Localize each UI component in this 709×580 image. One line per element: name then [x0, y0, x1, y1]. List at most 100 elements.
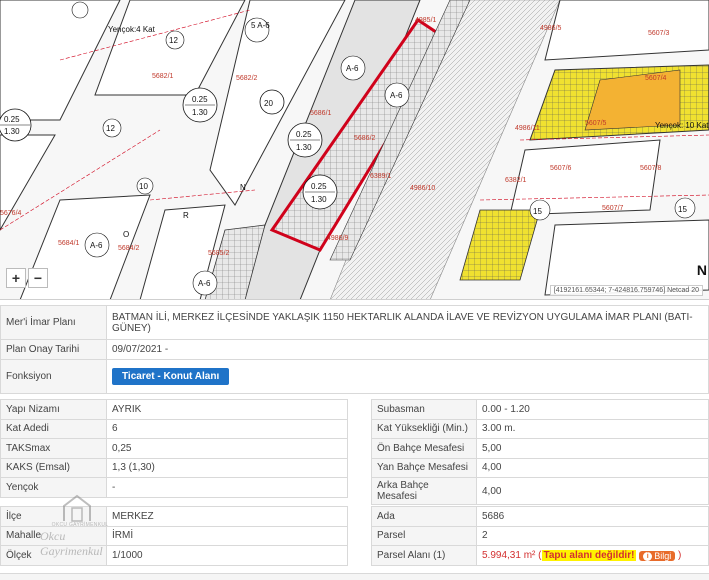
rear-setback-value: 4,00: [476, 477, 709, 505]
table-row: TAKSmax 0,25: [0, 438, 348, 459]
svg-text:4986/11: 4986/11: [515, 125, 540, 132]
svg-text:A-6: A-6: [390, 91, 403, 100]
plan-name-value: BATMAN İLİ, MERKEZ İLÇESİNDE YAKLAŞIK 11…: [106, 305, 709, 340]
function-cell: Ticaret - Konut Alanı: [106, 358, 709, 394]
table-row: Ada 5686: [371, 506, 709, 527]
coordinate-readout: [4192161.65344; 7-424816.759746] Netcad …: [549, 285, 703, 296]
table-row: Subasman 0.00 - 1.20: [371, 399, 709, 420]
parcel-value: 2: [476, 525, 709, 546]
basement-label: Subasman: [371, 399, 477, 420]
table-row: Mer'i İmar Planı BATMAN İLİ, MERKEZ İLÇE…: [0, 305, 709, 340]
svg-text:6382/1: 6382/1: [505, 177, 527, 184]
floor-count-value: 6: [106, 418, 348, 439]
table-row: KAKS (Emsal) 1,3 (1,30): [0, 457, 348, 478]
scale-value: 1/1000: [106, 545, 348, 566]
neighborhood-value: İRMİ: [106, 525, 348, 546]
svg-text:5685/2: 5685/2: [208, 250, 230, 257]
svg-text:5686/2: 5686/2: [354, 135, 376, 142]
svg-text:15: 15: [533, 207, 542, 216]
zone-label: 0.25: [192, 95, 208, 104]
svg-text:1.30: 1.30: [4, 127, 20, 136]
svg-text:4986/9: 4986/9: [327, 235, 349, 242]
table-row: Kat Adedi 6: [0, 418, 348, 439]
taks-value: 0,25: [106, 438, 348, 459]
svg-text:4986/10: 4986/10: [410, 185, 435, 192]
parcel-label: Parsel: [371, 525, 477, 546]
svg-text:5684/1: 5684/1: [58, 240, 80, 247]
table-row: Fonksiyon Ticaret - Konut Alanı: [0, 358, 709, 394]
parcel-area-label: Parsel Alanı (1): [371, 545, 477, 566]
setback-table: Subasman 0.00 - 1.20 Kat Yüksekliği (Min.…: [371, 399, 709, 505]
svg-text:5 A-6: 5 A-6: [251, 21, 270, 30]
table-row: Ölçek 1/1000: [0, 545, 348, 566]
svg-text:A-6: A-6: [90, 241, 103, 250]
map-canvas[interactable]: 0.25 1.30 0.25 1.30 0.25 1.30 0.25 1.30 …: [0, 0, 709, 300]
plan-name-label: Mer'i İmar Planı: [0, 305, 107, 340]
svg-text:5607/3: 5607/3: [648, 30, 670, 37]
building-order-value: AYRIK: [106, 399, 348, 420]
zoom-out-button[interactable]: −: [28, 268, 48, 288]
svg-text:5607/5: 5607/5: [585, 120, 607, 127]
svg-text:0.25: 0.25: [4, 115, 20, 124]
svg-text:A-6: A-6: [198, 279, 211, 288]
zoning-map[interactable]: 0.25 1.30 0.25 1.30 0.25 1.30 0.25 1.30 …: [0, 0, 709, 300]
block-value: 5686: [476, 506, 709, 527]
rear-setback-label: Arka Bahçe Mesafesi: [371, 477, 477, 505]
svg-text:0.25: 0.25: [296, 130, 312, 139]
front-setback-value: 5,00: [476, 438, 709, 459]
front-setback-label: Ön Bahçe Mesafesi: [371, 438, 477, 459]
svg-text:1.30: 1.30: [311, 195, 327, 204]
svg-text:12: 12: [169, 36, 178, 45]
table-row: Parsel 2: [371, 525, 709, 546]
parcel-area-cell: 5.994,31 m² (Tapu alanı değildir! i Bilgi…: [476, 545, 709, 566]
table-row: Yan Bahçe Mesafesi 4,00: [371, 457, 709, 478]
zoom-controls: + −: [6, 268, 48, 288]
table-bottom-strip: [0, 573, 709, 580]
kaks-label: KAKS (Emsal): [0, 457, 107, 478]
scale-label: Ölçek: [0, 545, 107, 566]
function-button[interactable]: Ticaret - Konut Alanı: [112, 367, 230, 385]
svg-text:12: 12: [106, 124, 115, 133]
svg-text:6389/1: 6389/1: [370, 173, 392, 180]
svg-text:5682/2: 5682/2: [236, 75, 258, 82]
svg-text:R: R: [183, 211, 189, 220]
svg-text:5682/1: 5682/1: [152, 73, 174, 80]
svg-text:5686/1: 5686/1: [310, 110, 332, 117]
svg-text:10: 10: [139, 182, 148, 191]
floor-height-value: 3.00 m.: [476, 418, 709, 439]
plan-info-table: Mer'i İmar Planı BATMAN İLİ, MERKEZ İLÇE…: [0, 305, 709, 394]
info-button[interactable]: i Bilgi: [639, 551, 676, 561]
svg-text:1.30: 1.30: [192, 108, 208, 117]
svg-text:4985/1: 4985/1: [415, 17, 437, 24]
svg-text:5607/8: 5607/8: [640, 165, 662, 172]
svg-text:5607/4: 5607/4: [645, 75, 667, 82]
side-setback-label: Yan Bahçe Mesafesi: [371, 457, 477, 478]
svg-text:5607/7: 5607/7: [602, 205, 624, 212]
location-table: İlçe MERKEZ Mahalle İRMİ Ölçek 1/1000: [0, 506, 348, 566]
svg-text:20: 20: [264, 99, 273, 108]
parcel-table: Ada 5686 Parsel 2 Parsel Alanı (1) 5.994,3…: [371, 506, 709, 566]
taks-label: TAKSmax: [0, 438, 107, 459]
table-row: Mahalle İRMİ: [0, 525, 348, 546]
svg-text:5676/4: 5676/4: [0, 210, 22, 217]
svg-text:5607/6: 5607/6: [550, 165, 572, 172]
zoom-in-button[interactable]: +: [6, 268, 26, 288]
svg-text:N: N: [240, 183, 246, 192]
annotation-yencok-10: Yençok: 10 Kat: [655, 121, 709, 130]
block-label: Ada: [371, 506, 477, 527]
svg-text:A-6: A-6: [346, 64, 359, 73]
floor-count-label: Kat Adedi: [0, 418, 107, 439]
kaks-value: 1,3 (1,30): [106, 457, 348, 478]
table-row: İlçe MERKEZ: [0, 506, 348, 527]
svg-text:O: O: [123, 230, 129, 239]
svg-text:1.30: 1.30: [296, 143, 312, 152]
neighborhood-label: Mahalle: [0, 525, 107, 546]
plan-date-value: 09/07/2021 -: [106, 339, 709, 360]
svg-text:4986/5: 4986/5: [540, 25, 562, 32]
table-row: Ön Bahçe Mesafesi 5,00: [371, 438, 709, 459]
parcel-area-value: 5.994,31 m²: [482, 549, 536, 561]
table-row: Yençok -: [0, 477, 348, 498]
table-row: Parsel Alanı (1) 5.994,31 m² (Tapu alanı…: [371, 545, 709, 566]
yencok-label: Yençok: [0, 477, 107, 498]
svg-text:0.25: 0.25: [311, 182, 327, 191]
